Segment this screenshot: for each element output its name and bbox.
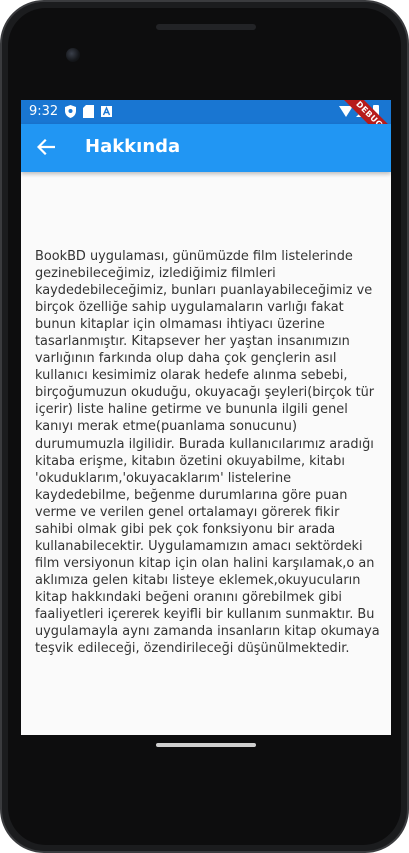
phone-frame: 9:32 DEBUG Hakkında BookBD uygulaması, g… bbox=[0, 0, 409, 853]
back-button[interactable] bbox=[33, 134, 59, 160]
home-gesture-bar[interactable] bbox=[156, 743, 256, 747]
a-icon bbox=[101, 106, 112, 117]
front-camera-icon bbox=[66, 48, 80, 62]
status-bar: 9:32 DEBUG bbox=[21, 100, 391, 156]
speaker-grille bbox=[156, 24, 256, 30]
about-text: BookBD uygulaması, günümüzde film listel… bbox=[35, 249, 380, 657]
arrow-left-icon bbox=[37, 139, 55, 155]
status-time: 9:32 bbox=[29, 104, 59, 119]
page-title: Hakkında bbox=[85, 136, 181, 157]
app-bar: Hakkında bbox=[21, 124, 391, 172]
screen: 9:32 DEBUG Hakkında BookBD uygulaması, g… bbox=[21, 100, 391, 735]
shield-icon bbox=[65, 105, 76, 118]
sd-card-icon bbox=[83, 105, 94, 118]
